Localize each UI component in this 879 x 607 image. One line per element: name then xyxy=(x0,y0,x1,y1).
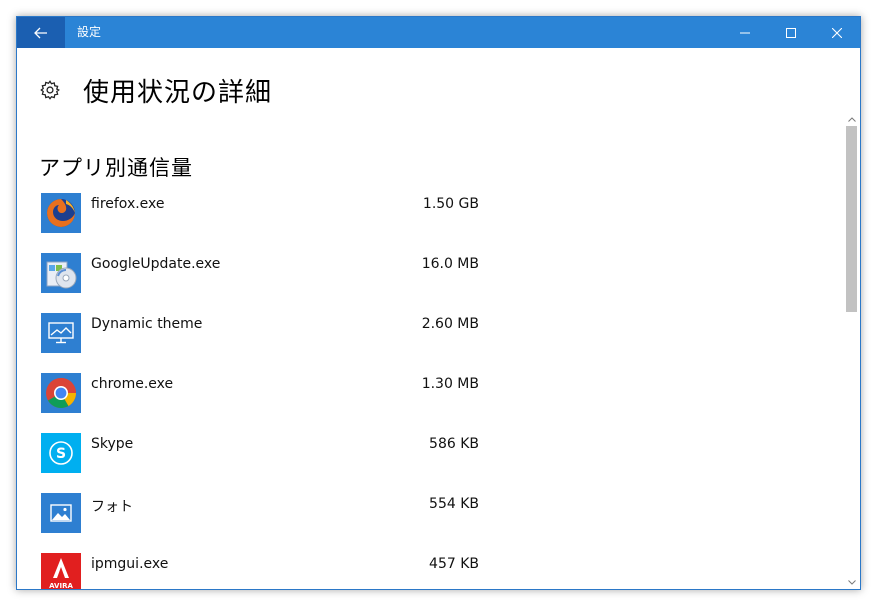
app-name: firefox.exe xyxy=(91,196,165,212)
app-name: フォト xyxy=(91,499,133,515)
app-usage: 554 KB xyxy=(429,496,479,512)
app-name: chrome.exe xyxy=(91,376,174,392)
page-header: 使用状況の詳細 xyxy=(39,72,272,108)
scroll-down-button[interactable] xyxy=(843,575,860,589)
minimize-button[interactable] xyxy=(722,17,768,48)
scroll-up-button[interactable] xyxy=(843,112,860,126)
firefox-icon xyxy=(41,193,81,233)
skype-icon: S xyxy=(41,433,81,473)
close-icon xyxy=(832,27,842,38)
avira-icon: AVIRA xyxy=(41,553,81,590)
back-arrow-icon xyxy=(34,27,47,38)
photos-icon xyxy=(41,493,81,533)
app-name: Skype xyxy=(91,436,134,452)
section-title: アプリ別通信量 xyxy=(39,156,193,180)
app-usage: 586 KB xyxy=(429,436,479,452)
close-button[interactable] xyxy=(814,17,860,48)
page-title: 使用状況の詳細 xyxy=(83,77,273,108)
google-update-icon xyxy=(41,253,81,293)
app-usage-list: firefox.exe 1.50 GB GoogleUpdate.exe 16.… xyxy=(41,193,491,590)
app-usage: 1.30 MB xyxy=(421,376,479,392)
window-title: 設定 xyxy=(77,25,102,39)
gear-icon xyxy=(40,80,60,100)
list-item: Dynamic theme 2.60 MB xyxy=(41,313,491,373)
svg-text:S: S xyxy=(56,446,66,462)
chevron-up-icon xyxy=(847,116,856,122)
list-item: フォト 554 KB xyxy=(41,493,491,553)
back-button[interactable] xyxy=(17,17,65,48)
dynamic-theme-icon xyxy=(41,313,81,353)
list-item: AVIRA ipmgui.exe 457 KB xyxy=(41,553,491,590)
app-usage: 2.60 MB xyxy=(421,316,479,332)
app-usage: 457 KB xyxy=(429,556,479,572)
app-usage: 16.0 MB xyxy=(421,256,479,272)
chevron-down-icon xyxy=(847,579,856,585)
app-usage: 1.50 GB xyxy=(422,196,479,212)
chrome-icon xyxy=(41,373,81,413)
list-item: firefox.exe 1.50 GB xyxy=(41,193,491,253)
avira-logo-text: AVIRA xyxy=(49,582,73,590)
list-item: GoogleUpdate.exe 16.0 MB xyxy=(41,253,491,313)
list-item: S Skype 586 KB xyxy=(41,433,491,493)
vertical-scrollbar[interactable] xyxy=(843,48,860,589)
minimize-icon xyxy=(740,32,750,33)
scrollbar-thumb[interactable] xyxy=(846,126,857,312)
title-bar: 設定 xyxy=(17,17,860,48)
app-name: GoogleUpdate.exe xyxy=(91,256,221,272)
app-name: ipmgui.exe xyxy=(91,556,169,572)
maximize-button[interactable] xyxy=(768,17,814,48)
content-area: 使用状況の詳細 アプリ別通信量 firefox.exe 1.50 GB Goog… xyxy=(17,48,843,589)
settings-window: 設定 使用状況の詳細 アプリ別通信量 firefox.exe 1.50 GB G… xyxy=(16,16,861,590)
maximize-icon xyxy=(786,27,796,38)
list-item: chrome.exe 1.30 MB xyxy=(41,373,491,433)
app-name: Dynamic theme xyxy=(91,316,203,332)
